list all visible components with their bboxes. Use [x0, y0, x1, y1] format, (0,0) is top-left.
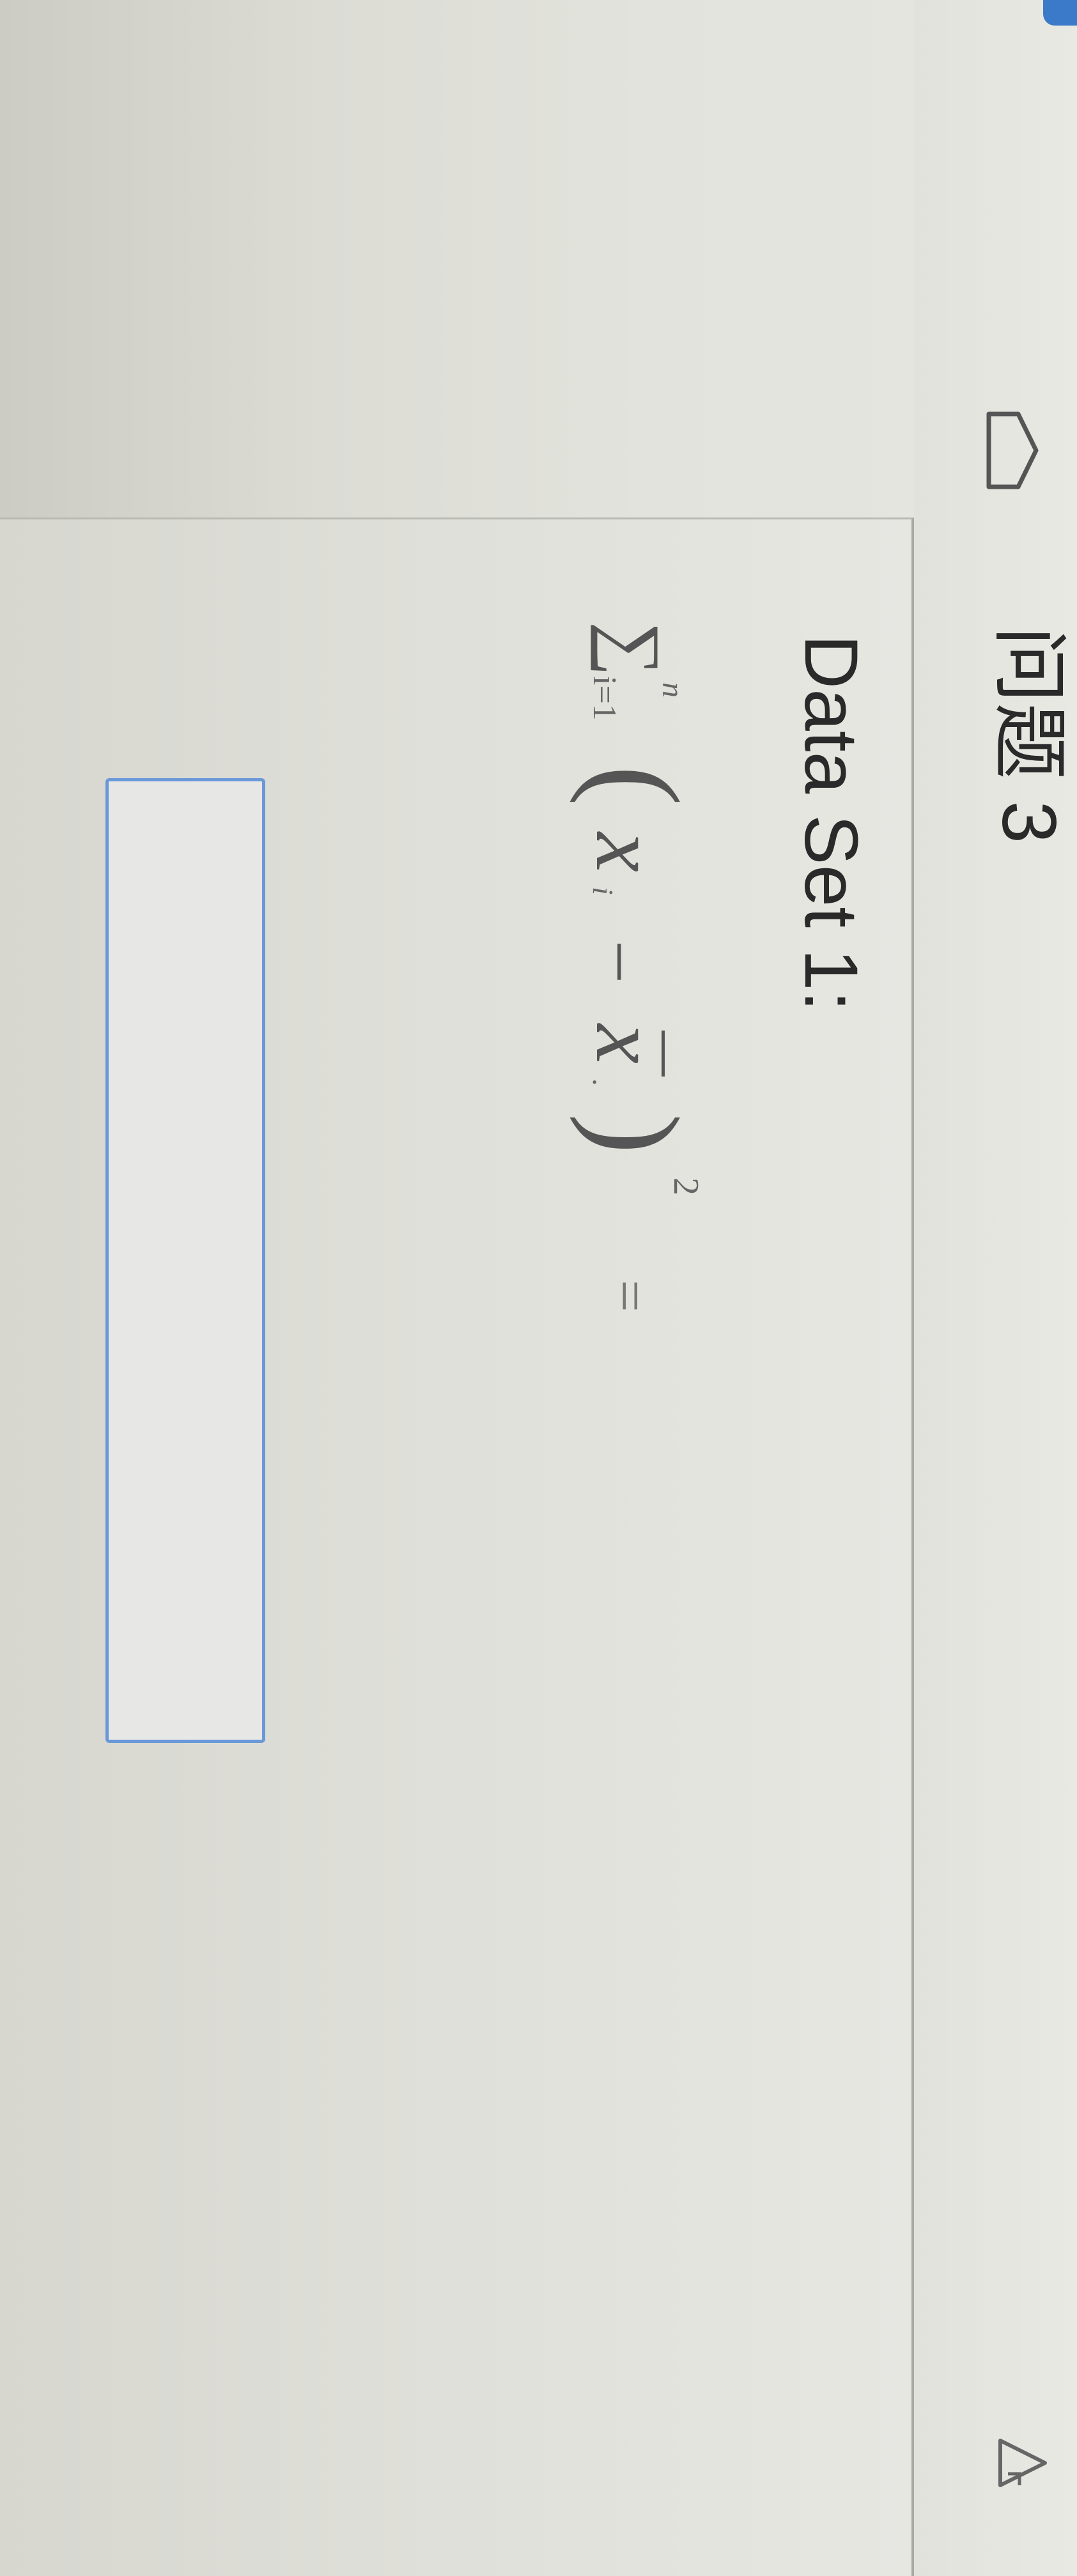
- formula-variable: x: [577, 832, 676, 873]
- formula-minus: –: [587, 944, 665, 979]
- question-title: 问题 3: [986, 626, 1072, 844]
- formula-equals: =: [598, 1280, 662, 1312]
- formula-exponent: 2: [666, 1177, 706, 1195]
- question-panel: Data Set 1: ∑ n i=1 ( x i – x . ) 2 =: [0, 518, 914, 2576]
- formula-mean-subscript: .: [587, 1078, 619, 1086]
- question-header: [914, 0, 1077, 2576]
- formula-variable-subscript: i: [587, 887, 619, 895]
- formula-open-paren: (: [569, 765, 703, 806]
- answer-input[interactable]: [105, 778, 265, 1743]
- formula-upper-limit: n: [656, 682, 690, 698]
- formula-mean-variable: x: [577, 1024, 676, 1064]
- question-content: Data Set 1: ∑ n i=1 ( x i – x . ) 2 =: [0, 519, 914, 2564]
- formula-sigma: ∑: [591, 622, 676, 677]
- formula-lower-limit: i=1: [586, 676, 623, 721]
- formula-close-paren: ): [569, 1114, 703, 1154]
- dataset-label: Data Set 1:: [789, 634, 873, 1012]
- bookmark-flag-icon[interactable]: [981, 409, 1042, 492]
- question-title-container: 问题 3: [940, 626, 1074, 894]
- resize-handle-icon[interactable]: [994, 2434, 1051, 2492]
- top-corner-badge: [1043, 0, 1077, 26]
- sum-of-squares-formula: ∑ n i=1 ( x i – x . ) 2 =: [499, 622, 706, 1708]
- page: 问题 3 Data Set 1: ∑ n i=1 ( x i – x . ) 2…: [0, 0, 1077, 2576]
